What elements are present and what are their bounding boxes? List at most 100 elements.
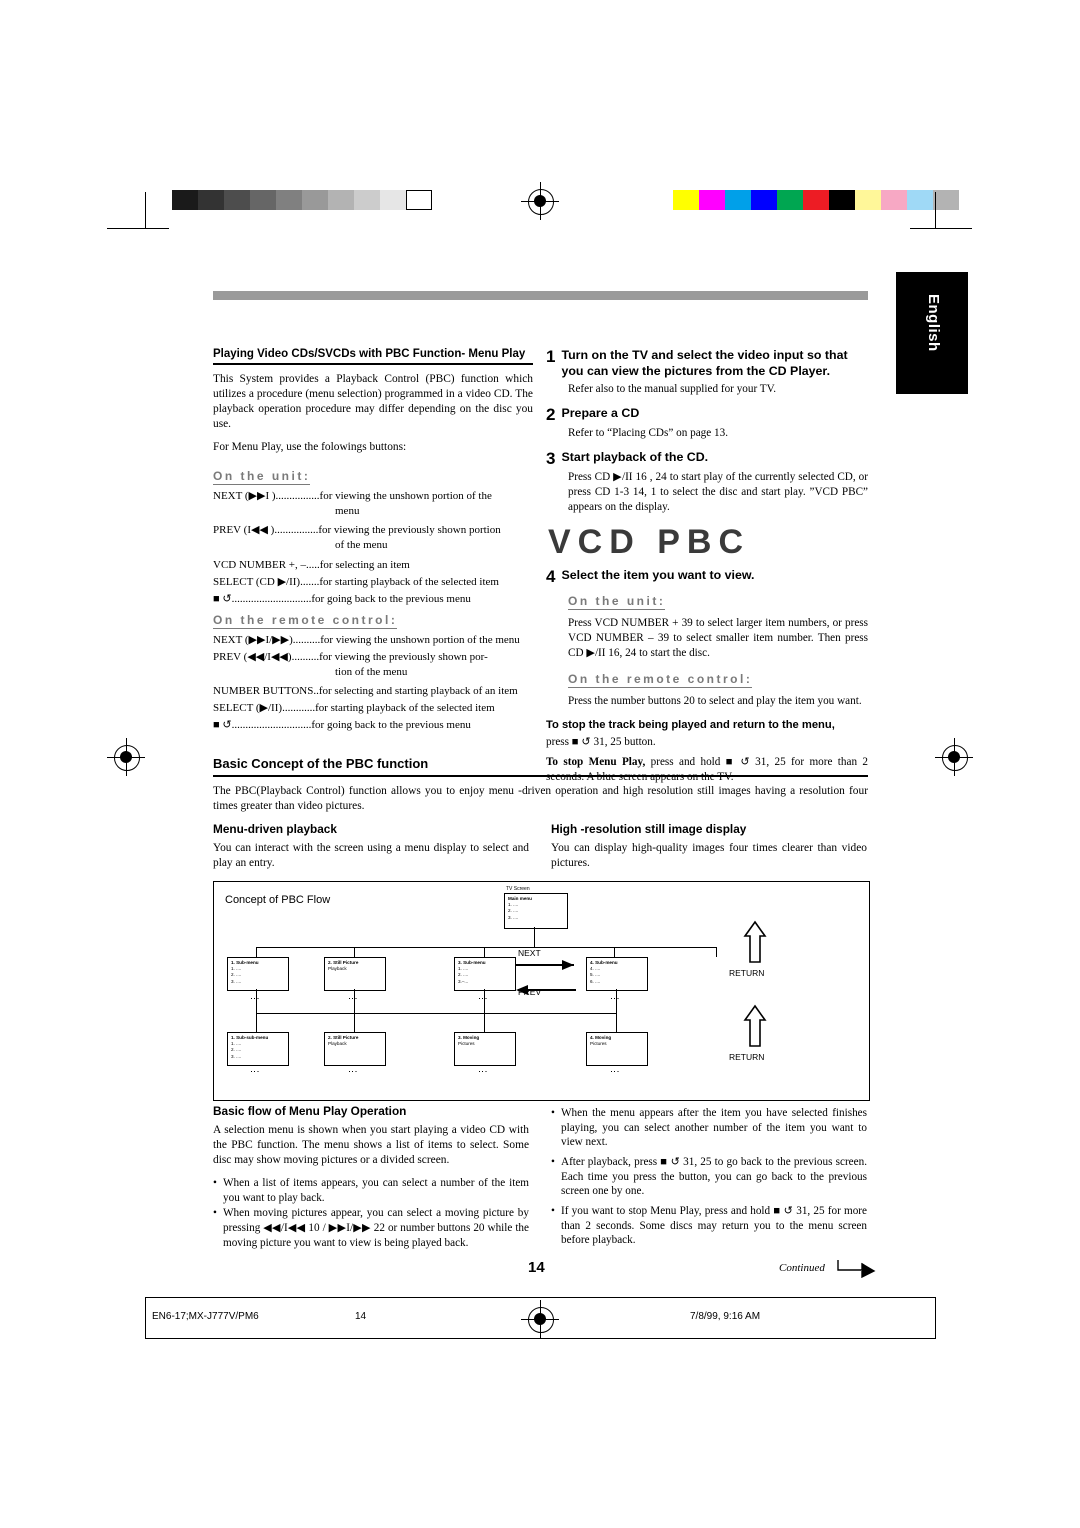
unit-instruction: Press VCD NUMBER + 39 to select larger i… xyxy=(568,617,868,660)
basic-flow-title: Basic flow of Menu Play Operation xyxy=(213,1104,407,1118)
row3-box-2: 2. Still Picture Playback xyxy=(324,1032,386,1066)
main-menu-line-2: 2. .... xyxy=(508,908,519,914)
list-item: PREV (◀◀/I◀◀) .......... for viewing the … xyxy=(213,650,533,664)
row3-box-4-title: 4. Moving xyxy=(590,1035,612,1040)
row2-box-3-line-3: 3.–... xyxy=(458,978,469,984)
leader-dots: .......... xyxy=(291,650,320,663)
row3-box-1: 1. Sub-sub-menu 1. .... 2. .... 3. .... xyxy=(227,1032,289,1066)
list-item: NEXT (▶▶I ) ................ for viewing … xyxy=(213,489,533,503)
bullet-text: If you want to stop Menu Play, press and… xyxy=(561,1205,867,1247)
continued-arrow-icon xyxy=(837,1260,876,1278)
next-label: NEXT xyxy=(518,948,541,958)
leader-dots: ............................. xyxy=(231,719,312,732)
step-1-body: Refer also to the manual supplied for yo… xyxy=(568,383,777,395)
step-title: Prepare a CD xyxy=(561,405,640,420)
step-title: Turn on the TV and select the video inpu… xyxy=(561,348,848,378)
connector-line xyxy=(616,1013,617,1032)
row2-box-2-line-1: Playback xyxy=(328,966,347,972)
basic-concept-title: Basic Concept of the PBC function xyxy=(213,756,429,771)
row2-box-1: 1. Sub-menu 1. .... 2. .... 3. .... xyxy=(227,957,289,991)
footer-timestamp: 7/8/99, 9:16 AM xyxy=(690,1311,761,1322)
connector-line xyxy=(256,947,716,948)
leader-dots: ............ xyxy=(282,702,316,715)
on-the-unit-heading-right: On the unit: xyxy=(568,594,666,611)
crop-line-right-top xyxy=(935,192,936,228)
bullet-text: When a list of items appears, you can se… xyxy=(223,1177,529,1204)
button-name: PREV (◀◀/I◀◀) xyxy=(213,650,292,663)
footer-separator-right xyxy=(935,1297,936,1339)
button-desc-cont: of the menu xyxy=(335,539,388,552)
step-3: 3 Start playback of the CD. xyxy=(546,450,868,467)
row2-box-1-line-2: 2. .... xyxy=(231,972,242,978)
row3-box-1-title: 1. Sub-sub-menu xyxy=(231,1035,269,1040)
continued-label: Continued xyxy=(779,1262,825,1274)
main-menu-line-3: 3. .... xyxy=(508,914,519,920)
leader-dots: ..... xyxy=(306,558,320,571)
connector-line xyxy=(256,1013,616,1014)
button-desc: for going back to the previous menu xyxy=(311,592,471,605)
connector-line xyxy=(256,1013,257,1032)
step-title: Start playback of the CD. xyxy=(561,449,709,464)
row2-box-3-line-2: 2. .... xyxy=(458,972,469,978)
dots-7: ⋮ xyxy=(478,1067,488,1076)
button-name: SELECT (▶/II) xyxy=(213,702,283,715)
button-name: ■ ↺ xyxy=(213,592,232,605)
bullet-marker: • xyxy=(213,1177,217,1190)
row3-box-4: 4. Moving Pictures xyxy=(586,1032,648,1066)
divider xyxy=(213,775,868,777)
button-name: NEXT (▶▶I/▶▶) xyxy=(213,633,293,646)
button-name: ■ ↺ xyxy=(213,719,232,732)
footer-separator-left xyxy=(145,1297,146,1339)
diagram-caption: Concept of PBC Flow xyxy=(225,894,331,906)
row3-box-3: 3. Moving Pictures xyxy=(454,1032,516,1066)
dots-4: ⋮ xyxy=(610,994,620,1003)
row3-box-2-title: 2. Still Picture xyxy=(328,1035,359,1040)
return-arrow-icon-1 xyxy=(743,920,767,963)
header-bar xyxy=(213,291,868,300)
return-label-2: RETURN xyxy=(729,1052,765,1062)
bullet-text: After playback, press ■ ↺ 31, 25 to go b… xyxy=(561,1156,867,1198)
registration-mark-top xyxy=(521,182,559,220)
still-image-block: High -resolution still image display You… xyxy=(551,822,867,879)
list-item-cont: tion of the menu xyxy=(213,665,533,679)
leader-dots: ............................. xyxy=(231,592,312,605)
step-4: 4 Select the item you want to view. xyxy=(546,568,868,585)
crop-line-top-left xyxy=(107,228,169,229)
button-desc: for viewing the unshown portion of the xyxy=(319,490,492,503)
button-desc: for viewing the previously shown portion xyxy=(318,524,501,537)
page-number: 14 xyxy=(528,1259,545,1276)
bullet-item: • When a list of items appears, you can s… xyxy=(213,1176,529,1205)
display-readout: VCD PBC xyxy=(548,523,751,562)
connector-line xyxy=(716,947,717,957)
button-name: SELECT (CD ▶/II) xyxy=(213,575,301,588)
button-desc: for starting playback of the selected it… xyxy=(315,702,495,715)
registration-mark-left xyxy=(107,738,145,776)
bullet-item: • After playback, press ■ ↺ 31, 25 to go … xyxy=(551,1155,867,1199)
row2-box-3: 3. Sub-menu 1. .... 2. .... 3.–... xyxy=(454,957,516,991)
return-arrow-icon-2 xyxy=(743,1004,767,1047)
list-item: SELECT (▶/II) ............ for starting p… xyxy=(213,701,533,715)
intro-paragraph: This System provides a Playback Control … xyxy=(213,373,533,431)
button-desc: for selecting and starting playback of a… xyxy=(318,685,518,698)
english-tab: English xyxy=(896,272,968,394)
row3-box-2-line-1: Playback xyxy=(328,1041,347,1047)
button-desc: for going back to the previous menu xyxy=(311,719,471,732)
divider xyxy=(213,363,533,365)
menu-driven-playback-body: You can interact with the screen using a… xyxy=(213,842,529,870)
button-desc-cont: tion of the menu xyxy=(335,665,408,678)
footer-file-name: EN6-17;MX-J777V/PM6 xyxy=(152,1311,259,1322)
leader-dots: .......... xyxy=(292,633,321,646)
footer-divider-bottom xyxy=(145,1338,935,1339)
row2-box-3-line-1: 1. .... xyxy=(458,966,469,972)
row2-box-1-title: 1. Sub-menu xyxy=(231,960,259,965)
connector-line xyxy=(484,947,485,957)
button-desc: for starting playback of the selected it… xyxy=(319,575,499,588)
list-item: PREV (I◀◀ ) ................ for viewing … xyxy=(213,523,533,537)
bullet-item: • If you want to stop Menu Play, press an… xyxy=(551,1204,867,1248)
main-menu-line-1: 1. .... xyxy=(508,902,519,908)
connector-line xyxy=(534,927,535,947)
basic-flow-section: Basic flow of Menu Play Operation A sele… xyxy=(213,1104,868,1252)
unit-button-list: NEXT (▶▶I ) ................ for viewing … xyxy=(213,489,533,606)
bullet-text: When the menu appears after the item you… xyxy=(561,1107,867,1149)
button-name: VCD NUMBER +, – xyxy=(213,558,306,571)
